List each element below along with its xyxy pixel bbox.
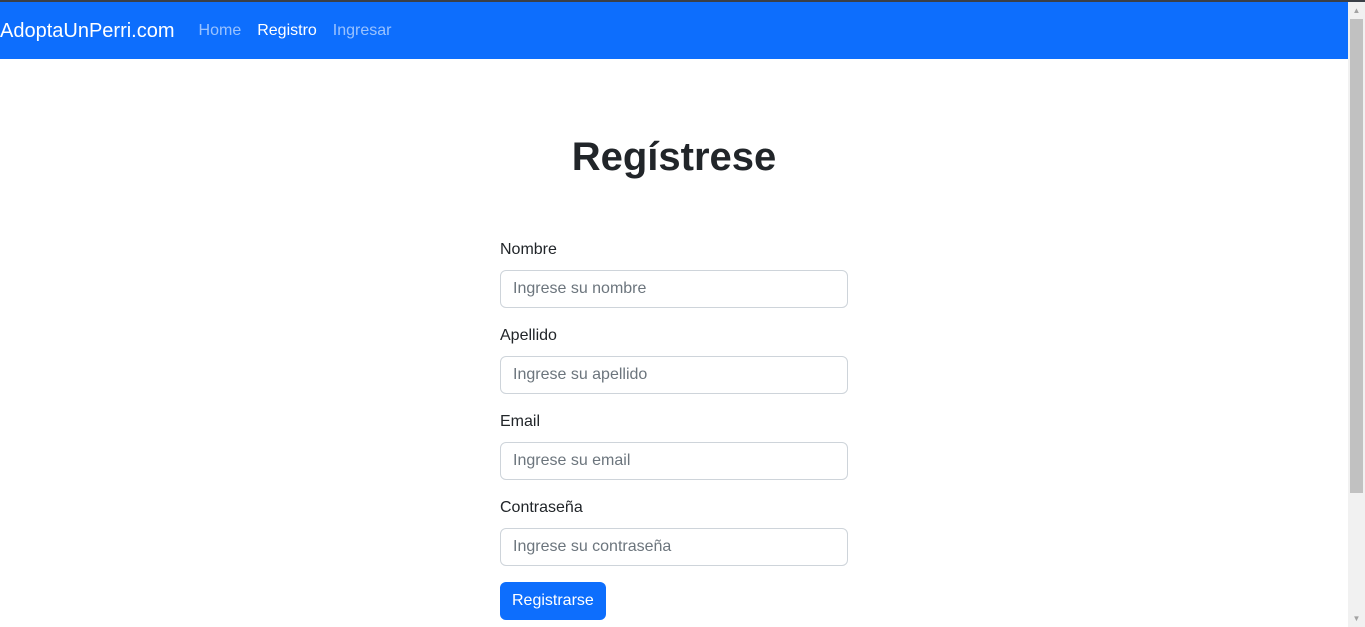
scroll-up-arrow-icon[interactable]: ▲ (1348, 2, 1365, 19)
brand-link[interactable]: AdoptaUnPerri.com (0, 21, 175, 41)
email-label: Email (500, 413, 541, 430)
email-input[interactable] (500, 442, 848, 480)
apellido-label: Apellido (500, 327, 557, 344)
page-title: Regístrese (571, 135, 777, 179)
apellido-input[interactable] (500, 356, 848, 394)
nombre-input[interactable] (500, 270, 848, 308)
nav-link-home[interactable]: Home (199, 22, 242, 40)
registration-form: Nombre Apellido Email Contraseña Registr… (500, 240, 848, 620)
nav-link-ingresar[interactable]: Ingresar (333, 22, 392, 40)
scrollbar-thumb[interactable] (1350, 19, 1363, 493)
password-input[interactable] (500, 528, 848, 566)
password-label: Contraseña (500, 499, 583, 516)
navbar: AdoptaUnPerri.com Home Registro Ingresar (0, 2, 1348, 59)
nav-link-registro[interactable]: Registro (257, 22, 317, 40)
register-button[interactable]: Registrarse (500, 582, 606, 620)
scroll-down-arrow-icon[interactable]: ▼ (1348, 610, 1365, 627)
vertical-scrollbar[interactable]: ▲ ▼ (1348, 2, 1365, 627)
nombre-label: Nombre (500, 241, 557, 258)
